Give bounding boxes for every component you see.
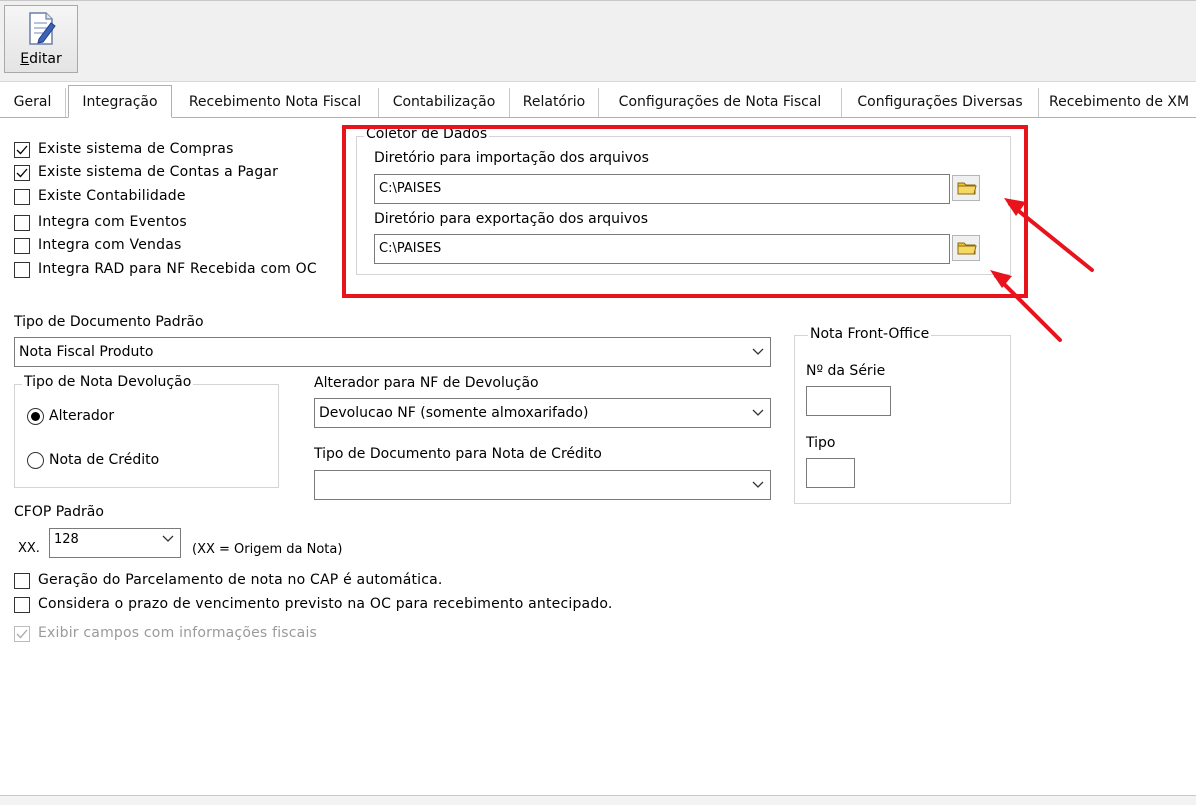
checkbox-integra-vendas[interactable]	[14, 238, 30, 254]
alterador-select[interactable]: Devolucao NF (somente almoxarifado)	[314, 398, 771, 428]
tipo-input[interactable]	[806, 458, 855, 488]
radio-nota-credito-label: Nota de Crédito	[49, 452, 160, 468]
cfop-hint: (XX = Origem da Nota)	[192, 542, 343, 557]
annotation-arrows	[990, 198, 1094, 342]
toolbar: Editar	[0, 0, 1196, 82]
edit-button-label: Editar	[20, 51, 62, 67]
tab-recebimento-xml[interactable]: Recebimento de XM	[1039, 88, 1196, 117]
tab-contabilizacao[interactable]: Contabilização	[379, 88, 510, 117]
serie-input[interactable]	[806, 386, 891, 416]
tipo-doc-credito-label: Tipo de Documento para Nota de Crédito	[314, 446, 602, 462]
edit-document-icon	[29, 12, 56, 45]
tab-geral[interactable]: Geral	[0, 88, 66, 117]
radio-alterador[interactable]	[27, 408, 44, 425]
chevron-down-icon	[752, 409, 764, 416]
checkbox-existe-contabilidade[interactable]	[14, 189, 30, 205]
front-office-title: Nota Front-Office	[808, 326, 932, 342]
cfop-select[interactable]: 128	[49, 528, 181, 558]
cfop-value: 128	[54, 532, 79, 547]
checkbox-prazo-vencimento-oc[interactable]	[14, 597, 30, 613]
checkbox-existe-contas-pagar[interactable]	[14, 165, 30, 181]
edit-button[interactable]: Editar	[4, 5, 78, 73]
checkbox-exibir-campos-fiscais[interactable]	[14, 626, 30, 642]
checkbox-label: Existe sistema de Compras	[38, 141, 234, 157]
checkbox-existe-compras[interactable]	[14, 142, 30, 158]
tipo-documento-label: Tipo de Documento Padrão	[14, 314, 204, 330]
tipo-label: Tipo	[806, 435, 836, 451]
check-icon	[16, 168, 28, 178]
tab-relatorio[interactable]: Relatório	[510, 88, 599, 117]
tab-integracao[interactable]: Integração	[68, 85, 172, 118]
checkbox-label: Existe sistema de Contas a Pagar	[38, 164, 279, 180]
check-icon	[16, 145, 28, 155]
check-icon	[16, 629, 28, 639]
tab-recebimento-nota-fiscal[interactable]: Recebimento Nota Fiscal	[172, 88, 379, 117]
radio-nota-credito[interactable]	[27, 452, 44, 469]
serie-label: Nº da Série	[806, 363, 886, 379]
nota-devolucao-group	[14, 384, 279, 488]
alterador-label: Alterador para NF de Devolução	[314, 375, 539, 391]
checkbox-label: Integra com Vendas	[38, 237, 182, 253]
checkbox-label: Existe Contabilidade	[38, 188, 186, 204]
tipo-doc-credito-select[interactable]	[314, 470, 771, 500]
checkbox-label: Geração do Parcelamento de nota no CAP é…	[38, 572, 443, 588]
checkbox-label: Exibir campos com informações fiscais	[38, 625, 318, 641]
checkbox-integra-rad[interactable]	[14, 262, 30, 278]
tab-configuracoes-nota-fiscal[interactable]: Configurações de Nota Fiscal	[599, 88, 842, 117]
cfop-label: CFOP Padrão	[14, 504, 104, 520]
tipo-documento-value: Nota Fiscal Produto	[19, 344, 154, 360]
checkbox-integra-eventos[interactable]	[14, 215, 30, 231]
tab-bar: Geral Integração Recebimento Nota Fiscal…	[0, 85, 1196, 118]
checkbox-parcelamento-cap[interactable]	[14, 573, 30, 589]
radio-alterador-label: Alterador	[49, 408, 115, 424]
checkbox-label: Considera o prazo de vencimento previsto…	[38, 596, 613, 612]
cfop-prefix: XX.	[18, 541, 40, 556]
chevron-down-icon	[162, 535, 174, 542]
checkbox-label: Integra RAD para NF Recebida com OC	[38, 261, 317, 277]
tipo-documento-select[interactable]: Nota Fiscal Produto	[14, 337, 771, 367]
highlight-box	[342, 125, 1028, 298]
alterador-value: Devolucao NF (somente almoxarifado)	[319, 405, 589, 421]
tab-configuracoes-diversas[interactable]: Configurações Diversas	[842, 88, 1039, 117]
chevron-down-icon	[752, 481, 764, 488]
nota-devolucao-title: Tipo de Nota Devolução	[22, 374, 194, 390]
checkbox-label: Integra com Eventos	[38, 214, 187, 230]
chevron-down-icon	[752, 348, 764, 355]
